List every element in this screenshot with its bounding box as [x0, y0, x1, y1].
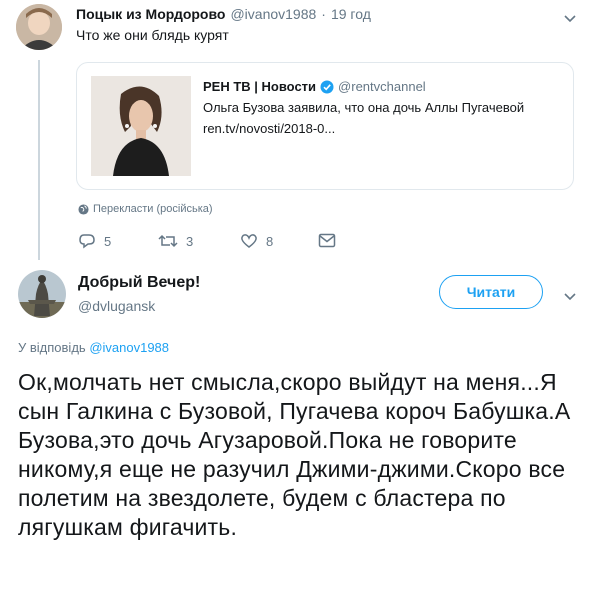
- time-separator: ·: [321, 6, 326, 22]
- tweet-options-button[interactable]: [562, 10, 578, 26]
- tweet-text: Что же они блядь курят: [76, 27, 229, 43]
- card-url: ren.tv/novosti/2018-0...: [203, 121, 336, 136]
- in-reply-handle[interactable]: @ivanov1988: [89, 340, 169, 355]
- like-icon: [241, 234, 257, 248]
- card-source-name: РЕН ТВ | Новости: [203, 79, 317, 94]
- reply-author-handle[interactable]: @dvlugansk: [78, 298, 155, 314]
- retweet-action[interactable]: 3: [158, 233, 193, 249]
- thread-connector: [38, 60, 40, 260]
- globe-icon: [78, 203, 89, 215]
- card-thumbnail: [91, 76, 191, 176]
- author-avatar[interactable]: [16, 4, 62, 50]
- card-source: РЕН ТВ | Новости @rentvchannel: [203, 79, 426, 94]
- translate-link[interactable]: Перекласти (російська): [78, 203, 213, 215]
- reply-author-avatar[interactable]: [18, 270, 66, 318]
- reply-icon: [79, 234, 95, 249]
- verified-badge-icon: [320, 80, 334, 93]
- tweet-header: Поцык из Мордорово @ivanov1988 · 19 год: [76, 6, 371, 22]
- author-handle[interactable]: @ivanov1988: [230, 6, 316, 22]
- message-action[interactable]: [318, 233, 336, 248]
- tweet-time[interactable]: 19 год: [331, 6, 371, 22]
- reply-count: 5: [104, 233, 112, 249]
- chevron-down-icon: [564, 293, 576, 301]
- reply-author-name[interactable]: Добрый Вечер!: [78, 274, 200, 292]
- card-source-handle: @rentvchannel: [338, 79, 426, 94]
- retweet-count: 3: [186, 233, 194, 249]
- chevron-down-icon: [564, 15, 576, 23]
- reply-action[interactable]: 5: [78, 233, 111, 249]
- message-icon: [318, 233, 336, 248]
- card-title: Ольга Бузова заявила, что она дочь Аллы …: [203, 100, 525, 115]
- author-name[interactable]: Поцык из Мордорово: [76, 6, 225, 22]
- link-card[interactable]: РЕН ТВ | Новости @rentvchannel Ольга Буз…: [76, 62, 574, 190]
- in-reply-to: У відповідь @ivanov1988: [18, 340, 169, 355]
- translate-label: Перекласти (російська): [93, 203, 213, 215]
- in-reply-prefix: У відповідь: [18, 340, 86, 355]
- like-action[interactable]: 8: [240, 233, 273, 249]
- follow-button[interactable]: Читати: [439, 275, 543, 309]
- retweet-icon: [158, 234, 178, 248]
- like-count: 8: [266, 233, 274, 249]
- reply-text: Ок,молчать нет смысла,скоро выйдут на ме…: [18, 369, 571, 540]
- reply-options-button[interactable]: [562, 288, 578, 304]
